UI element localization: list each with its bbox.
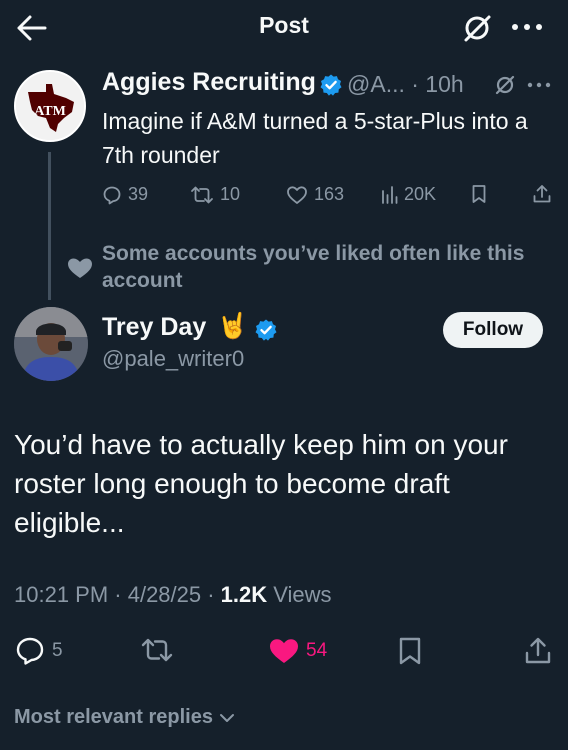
rock-on-emoji: 🤘 [217, 312, 249, 340]
thread-line [48, 152, 51, 300]
replies-sort-label: Most relevant replies [14, 706, 213, 728]
views-label: Views [267, 582, 332, 607]
post-text: Imagine if A&M turned a 5-star-Plus into… [102, 108, 528, 168]
post-timestamp[interactable]: 10:21 PM · 4/28/25 · [14, 582, 221, 607]
more-options-icon[interactable] [526, 80, 552, 90]
avatar[interactable] [14, 307, 88, 381]
verified-badge-icon [254, 318, 278, 342]
reply-icon [14, 636, 46, 666]
repost-button[interactable] [140, 636, 174, 664]
reply-stat[interactable]: 39 [102, 184, 148, 205]
grok-icon[interactable] [462, 13, 492, 43]
like-count: 163 [314, 184, 345, 204]
reply-count: 39 [128, 184, 149, 204]
heart-icon [66, 256, 94, 280]
share-button[interactable] [524, 636, 552, 666]
social-context-text: Some accounts you’ve liked often like th… [102, 242, 525, 292]
author-name[interactable]: Trey Day [102, 313, 206, 342]
repost-icon [140, 636, 174, 664]
author-handle[interactable]: @pale_writer0 [102, 346, 244, 372]
chevron-down-icon [219, 712, 235, 724]
like-button[interactable]: 54 [268, 636, 327, 666]
more-options-icon[interactable] [510, 15, 544, 39]
like-count: 54 [306, 640, 328, 661]
analytics-icon [380, 185, 398, 205]
verified-badge-icon [319, 73, 343, 97]
bookmark-button[interactable] [398, 636, 422, 666]
reply-button[interactable]: 5 [14, 636, 63, 666]
post-meta: 10:21 PM · 4/28/25 · 1.2K Views [14, 582, 332, 608]
repost-icon [190, 185, 214, 205]
share-button[interactable] [532, 184, 552, 204]
post-text: You’d have to actually keep him on your … [14, 429, 508, 538]
share-icon [524, 636, 552, 666]
views-count: 1.2K [220, 582, 268, 607]
like-stat[interactable]: 163 [286, 184, 344, 205]
follow-button[interactable]: Follow [443, 312, 543, 348]
avatar[interactable]: ATM [14, 70, 86, 142]
repost-count: 10 [220, 184, 241, 204]
views-count: 20K [404, 184, 437, 204]
logo-text: ATM [34, 104, 66, 119]
author-name[interactable]: Aggies Recruiting [102, 68, 316, 97]
bookmark-icon [398, 636, 422, 666]
heart-filled-icon [268, 636, 300, 666]
heart-icon [286, 185, 308, 205]
texas-am-logo: ATM [16, 72, 84, 140]
views-stat[interactable]: 20K [380, 184, 436, 205]
reply-count: 5 [52, 640, 63, 661]
bookmark-button[interactable] [471, 184, 487, 204]
avatar-photo [14, 307, 88, 381]
grok-icon[interactable] [494, 74, 516, 96]
share-icon [532, 184, 552, 204]
reply-icon [102, 185, 122, 205]
replies-sort-dropdown[interactable]: Most relevant replies [14, 706, 235, 729]
repost-stat[interactable]: 10 [190, 184, 240, 205]
bookmark-icon [471, 184, 487, 204]
author-handle-time[interactable]: @A... · 10h [347, 71, 464, 98]
